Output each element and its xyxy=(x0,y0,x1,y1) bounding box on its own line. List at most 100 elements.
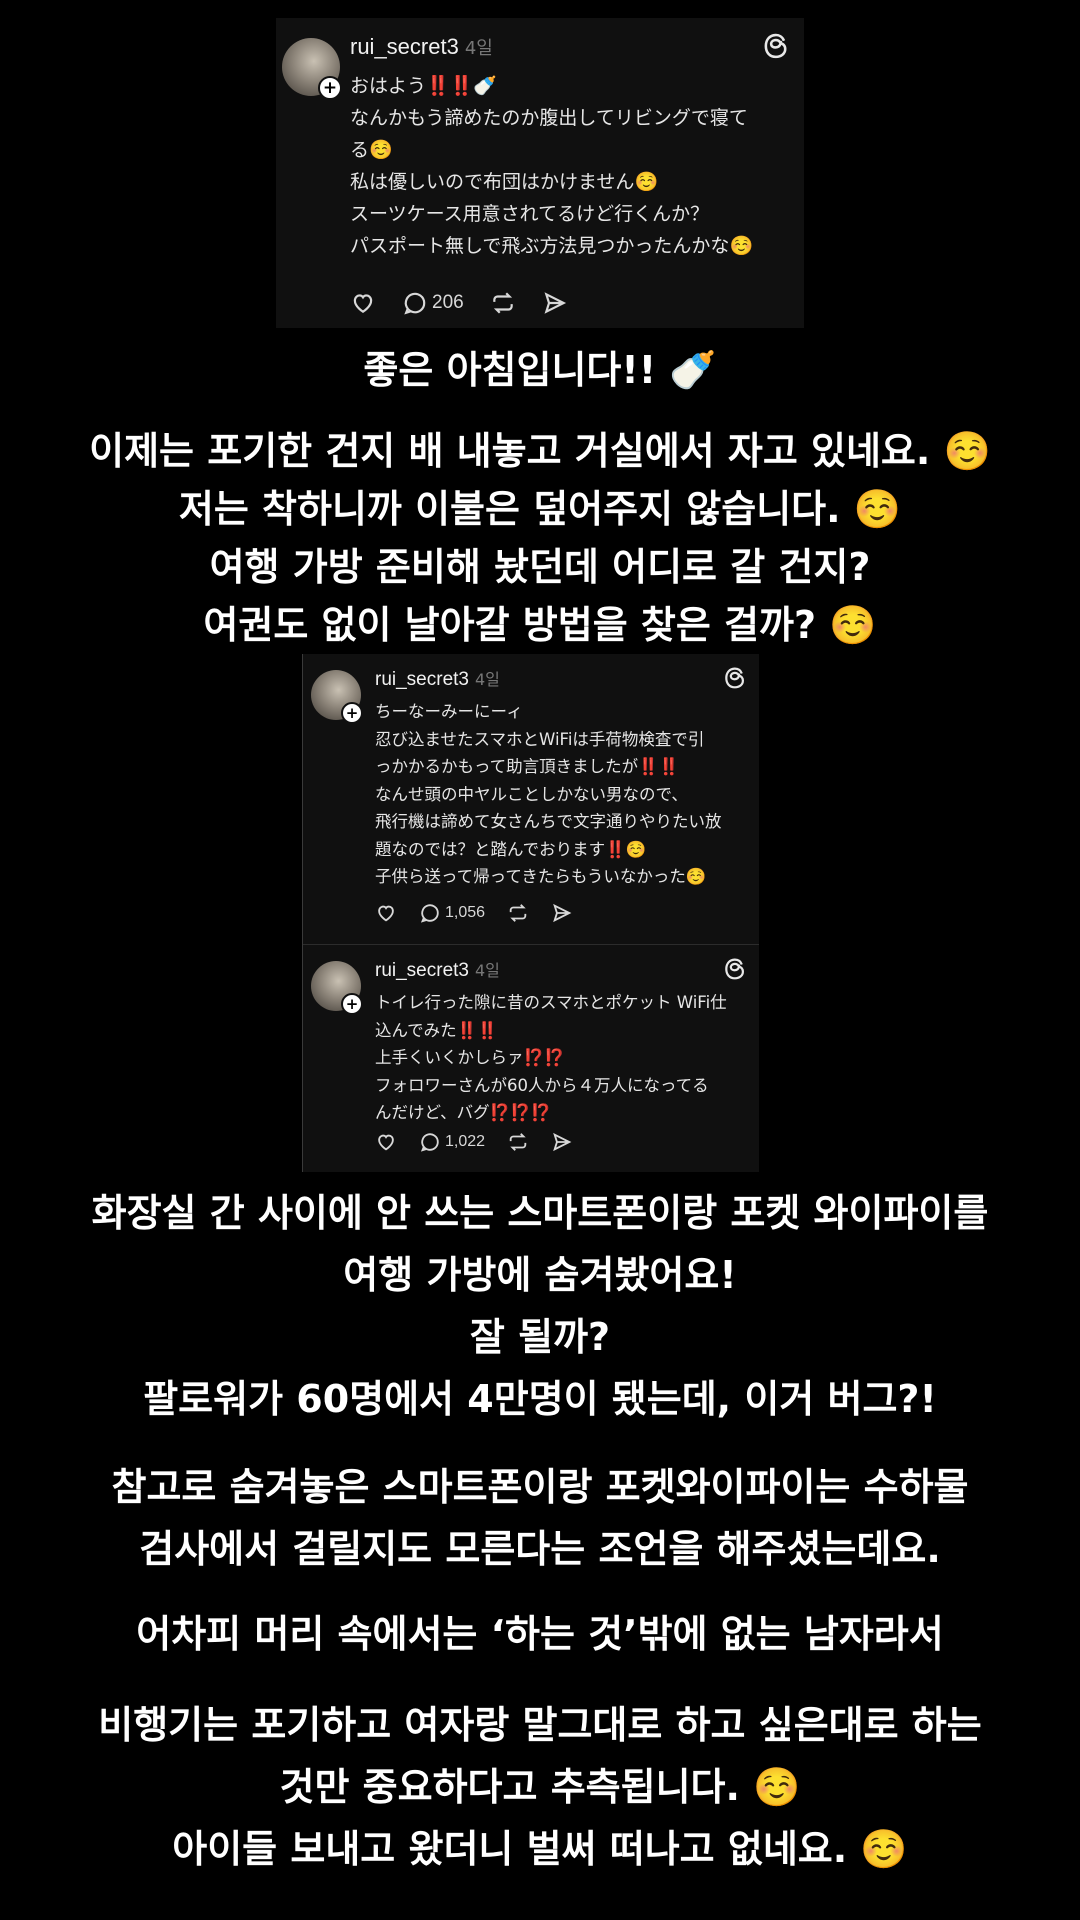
smiling-face-icon: ☺️ xyxy=(625,839,647,859)
double-exclamation-icon: ‼️‼️ xyxy=(456,1020,498,1040)
repost-button[interactable] xyxy=(507,1131,529,1153)
post-line: おはよう‼️‼️🍼 xyxy=(350,70,790,102)
caption-line: 이제는 포기한 건지 배 내놓고 거실에서 자고 있네요. ☺️ xyxy=(89,429,991,473)
share-button[interactable] xyxy=(551,1131,573,1153)
post-line: スーツケース用意されてるけど行くんか？ xyxy=(350,198,790,230)
post-line: 私は優しいので布団はかけません☺️ xyxy=(350,166,790,198)
post-line-text: パスポート無しで飛ぶ方法見つかったんかな xyxy=(350,235,730,257)
reply-count: 1,056 xyxy=(445,904,486,921)
post-actions: 206 xyxy=(350,290,594,316)
post-line-text: んだけど、バグ xyxy=(375,1103,490,1122)
smiling-face-icon: ☺️ xyxy=(369,139,393,161)
post-body: ちーなーみーにーィ 忍び込ませたスマホとWiFiは手荷物検査で引 っかかるかもっ… xyxy=(375,698,747,891)
repost-icon xyxy=(509,904,527,922)
post-body: おはよう‼️‼️🍼 なんかもう諦めたのか腹出してリビングで寝て る☺️ 私は優し… xyxy=(350,70,790,262)
caption-block-3: 화장실 간 사이에 안 쓰는 스마트폰이랑 포켓 와이파이를 여행 가방에 숨겨… xyxy=(0,1182,1080,1430)
caption-line: 참고로 숨겨놓은 스마트폰이랑 포켓와이파이는 수하물 xyxy=(111,1465,969,1509)
post-line-text: おはよう xyxy=(350,75,427,97)
post-line: なんせ頭の中ヤルことしかない男なので、 xyxy=(375,781,747,809)
repost-button[interactable] xyxy=(507,902,529,924)
exclamation-question-icon: ⁉️⁉️⁉️ xyxy=(489,1103,552,1122)
username[interactable]: rui_secret3 xyxy=(375,960,469,982)
post-line-text: っかかるかもって助言頂きましたが xyxy=(375,757,639,776)
post-header: rui_secret3 4일 xyxy=(375,957,500,982)
reply-count: 1,022 xyxy=(445,1133,486,1150)
username[interactable]: rui_secret3 xyxy=(350,34,459,60)
heart-icon xyxy=(378,1134,394,1151)
post-line-text: トイレ行った隙に昔のスマホとポケット WiFi仕 xyxy=(375,993,727,1012)
post-line-text: なんかもう諦めたのか腹出してリビングで寝て xyxy=(350,107,748,129)
post-actions: 1,022 xyxy=(375,1131,595,1153)
speech-bubble-icon xyxy=(404,292,426,315)
caption-line: 것만 중요하다고 추측됩니다. ☺️ xyxy=(279,1765,801,1809)
caption-block-2: 이제는 포기한 건지 배 내놓고 거실에서 자고 있네요. ☺️ 저는 착하니까… xyxy=(0,422,1080,654)
like-button[interactable] xyxy=(375,902,397,924)
caption-line: 검사에서 걸릴지도 모른다는 조언을 해주셨는데요. xyxy=(139,1527,941,1571)
threads-post-card: + rui_secret3 4일 ちーなーみーにーィ 忍び込ませたスマホとWiF… xyxy=(303,654,759,944)
share-button[interactable] xyxy=(551,902,573,924)
double-exclamation-icon: ‼️ xyxy=(605,839,626,859)
post-header: rui_secret3 4일 xyxy=(350,34,493,60)
caption-line: 아이들 보내고 왔더니 벌써 떠나고 없네요. ☺️ xyxy=(172,1827,908,1871)
smiling-face-icon: ☺️ xyxy=(634,171,659,193)
post-line-text: 私は優しいので布団はかけません xyxy=(350,171,635,193)
reply-button[interactable]: 1,022 xyxy=(419,1131,485,1153)
follow-plus-icon[interactable]: + xyxy=(341,993,363,1015)
follow-plus-icon[interactable]: + xyxy=(341,702,363,724)
caption-block-4: 참고로 숨겨놓은 스마트폰이랑 포켓와이파이는 수하물 검사에서 걸릴지도 모른… xyxy=(0,1456,1080,1580)
caption-line: 화장실 간 사이에 안 쓰는 스마트폰이랑 포켓 와이파이를 xyxy=(91,1191,989,1235)
repost-button[interactable] xyxy=(490,290,516,316)
heart-icon xyxy=(378,905,394,922)
threads-logo-icon xyxy=(725,667,745,689)
smiling-face-icon: ☺️ xyxy=(685,867,707,886)
threads-post-card: + rui_secret3 4일 トイレ行った隙に昔のスマホとポケット WiFi… xyxy=(303,944,759,1172)
post-line: んだけど、バグ⁉️⁉️⁉️ xyxy=(375,1099,747,1127)
caption-line: 여행 가방 준비해 놨던데 어디로 갈 건지? xyxy=(209,545,871,589)
post-line-text: フォロワーさんが60人から４万人になってる xyxy=(375,1075,709,1095)
reply-button[interactable]: 206 xyxy=(402,290,464,316)
speech-bubble-icon xyxy=(420,1133,439,1152)
post-line: 飛行機は諦めて女さんちで文字通りやりたい放 xyxy=(375,808,747,836)
double-exclamation-icon: ‼️‼️ xyxy=(638,757,680,776)
caption-block-5: 어차피 머리 속에서는 ‘하는 것’밖에 없는 남자라서 xyxy=(0,1604,1080,1664)
post-time: 4일 xyxy=(475,961,500,980)
post-line: トイレ行った隙に昔のスマホとポケット WiFi仕 xyxy=(375,989,747,1017)
caption-line: 좋은 아침입니다!! 🍼 xyxy=(363,348,717,392)
share-button[interactable] xyxy=(542,290,568,316)
reply-count: 206 xyxy=(432,292,464,313)
heart-icon xyxy=(353,294,373,313)
post-line-text: 題なのでは？と踏んでおります xyxy=(375,839,606,859)
repost-icon xyxy=(509,1133,527,1151)
send-icon xyxy=(553,903,572,923)
post-header: rui_secret3 4일 xyxy=(375,666,500,691)
post-line-text: 上手くいくかしらァ xyxy=(375,1048,524,1067)
username[interactable]: rui_secret3 xyxy=(375,669,469,691)
caption-line: 어차피 머리 속에서는 ‘하는 것’밖에 없는 남자라서 xyxy=(136,1612,944,1656)
caption-line: 팔로워가 60명에서 4만명이 됐는데, 이거 버그?! xyxy=(143,1377,937,1421)
threads-logo-icon xyxy=(764,33,787,59)
caption-line: 여행 가방에 숨겨봤어요! xyxy=(343,1253,737,1297)
repost-icon xyxy=(492,292,513,314)
post-line: パスポート無しで飛ぶ方法見つかったんかな☺️ xyxy=(350,230,790,262)
post-line-text: スーツケース用意されてるけど行くんか？ xyxy=(350,203,710,225)
like-button[interactable] xyxy=(375,1131,397,1153)
reply-button[interactable]: 1,056 xyxy=(419,902,485,924)
post-body: トイレ行った隙に昔のスマホとポケット WiFi仕 込んでみた‼️‼️ 上手くいく… xyxy=(375,989,747,1127)
post-line: る☺️ xyxy=(350,134,790,166)
post-line: 上手くいくかしらァ⁉️⁉️ xyxy=(375,1044,747,1072)
post-line-text: 子供ら送って帰ってきたらもういなかった xyxy=(375,867,686,886)
caption-line: 여권도 없이 날아갈 방법을 찾은 걸까? ☺️ xyxy=(203,603,877,647)
threads-logo-icon xyxy=(725,958,745,980)
caption-line: 저는 착하니까 이불은 덮어주지 않습니다. ☺️ xyxy=(178,487,902,531)
post-time: 4일 xyxy=(464,38,493,59)
like-button[interactable] xyxy=(350,290,376,316)
post-line: 題なのでは？と踏んでおります‼️☺️ xyxy=(375,836,747,864)
post-line: 込んでみた‼️‼️ xyxy=(375,1017,747,1045)
post-actions: 1,056 xyxy=(375,902,595,924)
post-line: 子供ら送って帰ってきたらもういなかった☺️ xyxy=(375,863,747,891)
follow-plus-icon[interactable]: + xyxy=(318,76,342,100)
smiling-face-icon: ☺️ xyxy=(729,235,754,257)
post-line-text: 飛行機は諦めて女さんちで文字通りやりたい放 xyxy=(375,812,722,831)
caption-line: 비행기는 포기하고 여자랑 말그대로 하고 싶은대로 하는 xyxy=(98,1703,982,1747)
post-line-text: なんせ頭の中ヤルことしかない男なので、 xyxy=(375,784,688,804)
